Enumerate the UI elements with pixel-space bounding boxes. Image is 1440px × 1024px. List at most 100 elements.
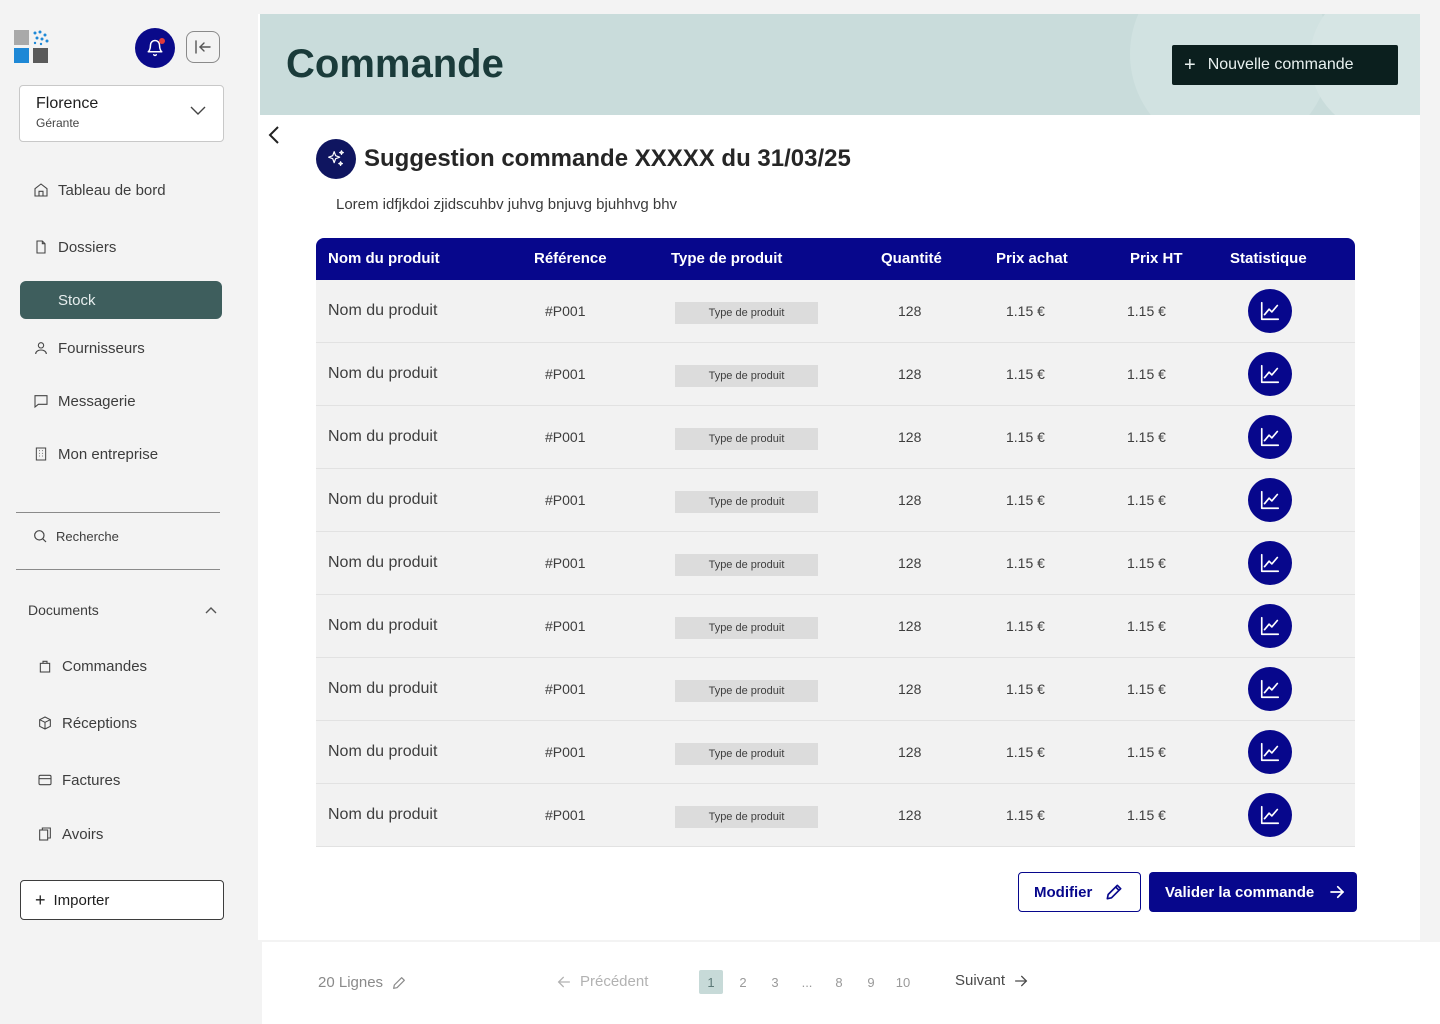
page-number[interactable]: 1 xyxy=(699,970,723,994)
price-ht: 1.15 € xyxy=(1127,429,1166,445)
nav-item-receptions[interactable]: Réceptions xyxy=(20,704,222,742)
statistics-button[interactable] xyxy=(1248,415,1292,459)
chart-line-icon xyxy=(1259,489,1281,511)
nav-item-label: Fournisseurs xyxy=(58,339,145,357)
arrow-right-icon xyxy=(1015,975,1028,986)
user-name: Florence xyxy=(36,95,99,112)
table-row[interactable]: Nom du produit #P001 Type de produit 128 1.1… xyxy=(316,721,1355,784)
bag-icon xyxy=(36,657,54,675)
statistics-button[interactable] xyxy=(1248,730,1292,774)
pencil-icon xyxy=(393,976,405,989)
previous-page-button[interactable]: Précédent xyxy=(556,973,648,990)
app-logo[interactable] xyxy=(14,30,50,64)
product-name: Nom du produit xyxy=(328,302,438,319)
page-number[interactable]: 10 xyxy=(891,970,915,994)
next-label: Suivant xyxy=(955,972,1006,989)
divider xyxy=(16,512,220,513)
user-selector[interactable]: Florence Gérante xyxy=(19,85,224,142)
nav-item-messages[interactable]: Messagerie xyxy=(20,382,222,420)
nav-item-stock[interactable]: Stock xyxy=(20,281,222,319)
arrow-left-icon xyxy=(557,976,570,987)
page-number[interactable]: 9 xyxy=(859,970,883,994)
collapse-icon xyxy=(195,40,211,54)
nav-item-dashboard[interactable]: Tableau de bord xyxy=(20,171,222,209)
statistics-button[interactable] xyxy=(1248,793,1292,837)
quantity: 128 xyxy=(898,681,922,697)
table-row[interactable]: Nom du produit #P001 Type de produit 128 1.1… xyxy=(316,595,1355,658)
back-button[interactable] xyxy=(266,124,286,148)
nav-item-label: Factures xyxy=(62,771,121,789)
chart-line-icon xyxy=(1259,804,1281,826)
collapse-sidebar-button[interactable] xyxy=(186,31,220,63)
table-row[interactable]: Nom du produit #P001 Type de produit 128 1.1… xyxy=(316,658,1355,721)
nav-item-label: Messagerie xyxy=(58,392,136,410)
nav-item-orders[interactable]: Commandes xyxy=(20,647,222,685)
pencil-icon xyxy=(1106,884,1122,900)
suggestion-description: Lorem idfjkdoi zjidscuhbv juhvg bnjuvg b… xyxy=(336,196,678,213)
file-icon xyxy=(32,238,50,256)
price-ht: 1.15 € xyxy=(1127,807,1166,823)
nav-item-folders[interactable]: Dossiers xyxy=(20,228,222,266)
nav-item-label: Dossiers xyxy=(58,238,117,256)
nav-item-invoices[interactable]: Factures xyxy=(20,761,222,799)
modify-label: Modifier xyxy=(1034,883,1093,901)
statistics-button[interactable] xyxy=(1248,604,1292,648)
table-row[interactable]: Nom du produit #P001 Type de produit 128 1.1… xyxy=(316,343,1355,406)
product-reference: #P001 xyxy=(545,807,586,823)
page-number[interactable]: 8 xyxy=(827,970,851,994)
chart-line-icon xyxy=(1259,552,1281,574)
product-type-badge: Type de produit xyxy=(675,554,818,576)
rows-per-page-button[interactable]: 20 Lignes xyxy=(318,974,407,991)
purchase-price: 1.15 € xyxy=(1006,366,1045,382)
validate-order-button[interactable]: Valider la commande xyxy=(1149,872,1357,912)
plus-icon: + xyxy=(35,889,46,910)
quantity: 128 xyxy=(898,555,922,571)
statistics-button[interactable] xyxy=(1248,289,1292,333)
page-number[interactable]: 3 xyxy=(763,970,787,994)
product-name: Nom du produit xyxy=(328,365,438,382)
next-page-button[interactable]: Suivant xyxy=(955,972,1029,989)
package-icon xyxy=(36,714,54,732)
table-row[interactable]: Nom du produit #P001 Type de produit 128 1.1… xyxy=(316,532,1355,595)
chart-line-icon xyxy=(1259,300,1281,322)
statistics-button[interactable] xyxy=(1248,478,1292,522)
notifications-button[interactable] xyxy=(135,28,175,68)
import-label: Importer xyxy=(53,891,110,909)
product-type-badge: Type de produit xyxy=(675,617,818,639)
import-button[interactable]: + Importer xyxy=(20,880,224,920)
table-row[interactable]: Nom du produit #P001 Type de produit 128 1.1… xyxy=(316,406,1355,469)
statistics-button[interactable] xyxy=(1248,667,1292,711)
quantity: 128 xyxy=(898,807,922,823)
nav-item-company[interactable]: Mon entreprise xyxy=(20,435,222,473)
statistics-button[interactable] xyxy=(1248,352,1292,396)
nav-item-suppliers[interactable]: Fournisseurs xyxy=(20,329,222,367)
nav-item-label: Commandes xyxy=(62,657,148,675)
page-number[interactable]: 2 xyxy=(731,970,755,994)
user-role: Gérante xyxy=(36,116,80,130)
statistics-button[interactable] xyxy=(1248,541,1292,585)
modify-button[interactable]: Modifier xyxy=(1018,872,1141,912)
price-ht: 1.15 € xyxy=(1127,555,1166,571)
column-header: Nom du produit xyxy=(328,250,440,267)
chart-line-icon xyxy=(1259,426,1281,448)
new-order-button[interactable]: + Nouvelle commande xyxy=(1172,45,1398,85)
table-row[interactable]: Nom du produit #P001 Type de produit 128 1.1… xyxy=(316,280,1355,343)
nav-item-credit-notes[interactable]: Avoirs xyxy=(20,815,222,853)
plus-icon: + xyxy=(1184,53,1196,76)
product-type-badge: Type de produit xyxy=(675,302,818,324)
invoice-icon xyxy=(36,771,54,789)
validate-label: Valider la commande xyxy=(1165,883,1315,901)
product-reference: #P001 xyxy=(545,366,586,382)
quantity: 128 xyxy=(898,618,922,634)
nav-item-label: Réceptions xyxy=(62,714,138,732)
search-input[interactable]: Recherche xyxy=(20,522,220,550)
table-row[interactable]: Nom du produit #P001 Type de produit 128 1.1… xyxy=(316,469,1355,532)
column-header: Prix HT xyxy=(1130,250,1183,267)
home-icon xyxy=(32,181,50,199)
product-reference: #P001 xyxy=(545,492,586,508)
column-header: Statistique xyxy=(1230,250,1307,267)
documents-section-toggle[interactable]: Documents xyxy=(28,600,218,620)
product-name: Nom du produit xyxy=(328,680,438,697)
table-row[interactable]: Nom du produit #P001 Type de produit 128 1.1… xyxy=(316,784,1355,847)
credit-note-icon xyxy=(36,825,54,843)
